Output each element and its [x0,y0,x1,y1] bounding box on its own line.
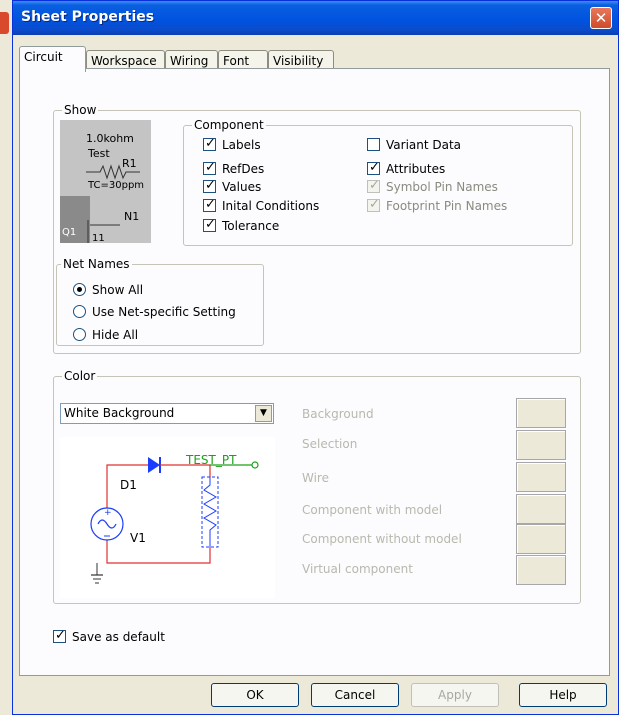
color-label-background: Background [302,407,374,421]
show-all-label: Show All [92,283,144,297]
symbol-pin-names-checkbox[interactable]: ✓ Symbol Pin Names [367,178,498,196]
color-label-component-with-model: Component with model [302,503,443,517]
footprint-pin-names-checkbox-box[interactable]: ✓ [367,197,380,212]
source-label: V1 [130,531,146,545]
component-with-model-color-swatch[interactable] [516,494,566,524]
selection-color-swatch[interactable] [516,430,566,460]
chevron-down-icon[interactable]: ▼ [255,405,272,422]
color-preview-circuit: + TEST_PT D1 V1 [60,437,275,598]
virtual-component-color-swatch[interactable] [516,555,566,585]
show-preview: 1.0kohm Test R1 TC=30ppm N1 Q1 11 [60,120,151,243]
preview-q1: Q1 [62,227,77,238]
apply-button[interactable]: Apply [411,683,499,707]
tolerance-checkbox-box[interactable]: ✓ [203,217,216,232]
save-as-default-checkbox-box[interactable]: ✓ [53,628,66,643]
hide-all-label: Hide All [92,328,139,342]
color-label-virtual-component: Virtual component [302,562,413,576]
show-group-legend: Show [62,103,99,117]
symbol-pin-names-label: Symbol Pin Names [386,180,498,194]
tab-circuit[interactable]: Circuit [19,46,86,72]
preview-tc: TC=30ppm [88,180,145,191]
save-as-default-label: Save as default [72,630,165,644]
preview-test: Test [88,147,110,160]
net-names-hide-all-radio[interactable]: Hide All [73,328,138,344]
attributes-checkbox[interactable]: ✓ Attributes [367,160,446,178]
color-scheme-select[interactable]: White Background ▼ [60,403,274,424]
help-button[interactable]: Help [519,683,607,707]
use-net-specific-label: Use Net-specific Setting [92,305,236,319]
net-names-legend: Net Names [61,257,132,271]
probe-label: TEST_PT [186,453,237,467]
ok-button[interactable]: OK [211,683,299,707]
net-names-use-net-specific-radio[interactable]: Use Net-specific Setting [73,305,236,321]
tolerance-checkbox[interactable]: ✓ Tolerance [203,217,280,235]
refdes-checkbox-box[interactable]: ✓ [203,160,216,175]
labels-checkbox-box[interactable]: ✓ [203,136,216,151]
values-checkbox-box[interactable]: ✓ [203,178,216,193]
component-without-model-color-swatch[interactable] [516,524,566,554]
color-label-selection: Selection [302,437,358,451]
values-label: Values [222,180,262,194]
footprint-pin-names-label: Footprint Pin Names [386,199,508,213]
parent-close-icon [0,12,9,34]
circuit-schematic: + [90,457,259,584]
component-group-legend: Component [192,118,266,132]
symbol-pin-names-checkbox-box[interactable]: ✓ [367,178,380,193]
variant-data-label: Variant Data [386,138,462,152]
variant-data-checkbox[interactable]: Variant Data [367,138,461,154]
background-color-swatch[interactable] [516,398,566,428]
color-scheme-value: White Background [64,406,175,420]
cancel-button[interactable]: Cancel [311,683,399,707]
variant-data-checkbox-box[interactable] [367,138,380,151]
sheet-properties-dialog: Sheet Properties ✕ Circuit Workspace Wir… [12,0,619,715]
color-group-legend: Color [62,369,98,383]
preview-n1: N1 [124,210,140,223]
preview-pin: 11 [92,233,105,243]
title-bar[interactable]: Sheet Properties ✕ [13,1,618,35]
attributes-checkbox-box[interactable]: ✓ [367,160,380,175]
hide-all-radio-circle[interactable] [73,328,86,341]
initial-conditions-checkbox[interactable]: ✓ Inital Conditions [203,197,320,215]
refdes-checkbox[interactable]: ✓ RefDes [203,160,265,178]
refdes-label: RefDes [222,162,265,176]
diode-label: D1 [120,478,137,492]
save-as-default-checkbox[interactable]: ✓ Save as default [53,628,165,646]
values-checkbox[interactable]: ✓ Values [203,178,262,196]
preview-ref: R1 [122,157,137,170]
labels-checkbox[interactable]: ✓ Labels [203,136,261,154]
footprint-pin-names-checkbox[interactable]: ✓ Footprint Pin Names [367,197,508,215]
color-label-wire: Wire [302,471,329,485]
use-net-specific-radio-circle[interactable] [73,305,86,318]
initial-conditions-label: Inital Conditions [222,199,320,213]
show-all-radio-circle[interactable] [73,283,86,296]
preview-resistance: 1.0kohm [86,132,134,145]
color-label-component-without-model: Component without model [302,532,462,546]
dialog-title: Sheet Properties [21,9,155,25]
close-icon[interactable]: ✕ [590,7,612,29]
wire-color-swatch[interactable] [516,462,566,492]
labels-label: Labels [222,138,261,152]
tolerance-label: Tolerance [222,219,280,233]
net-names-show-all-radio[interactable]: Show All [73,283,143,299]
attributes-label: Attributes [386,162,446,176]
svg-text:+: + [104,508,112,518]
diode-icon [148,457,160,473]
initial-conditions-checkbox-box[interactable]: ✓ [203,197,216,212]
